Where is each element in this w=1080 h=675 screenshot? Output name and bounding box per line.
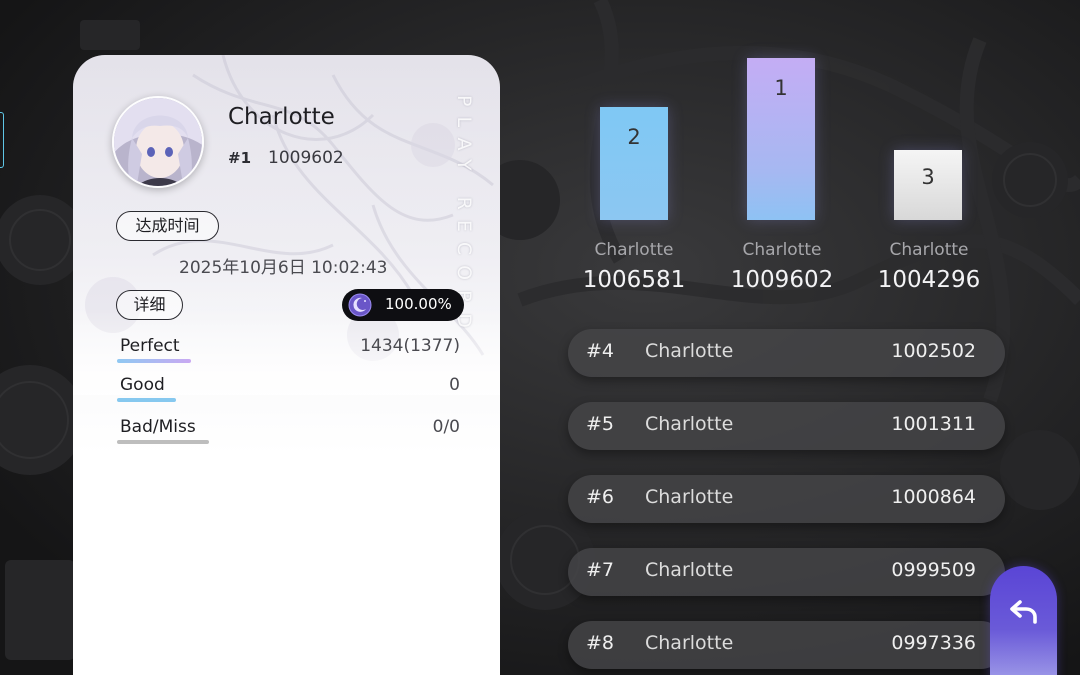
back-arrow-icon: [1010, 600, 1037, 624]
ranking-rank: #4: [586, 340, 615, 362]
accuracy-badge: 100.00%: [342, 289, 464, 321]
judge-bad-miss-bar: [117, 440, 209, 444]
achieve-time-label: 达成时间: [116, 211, 219, 241]
podium-first-score: 1009602: [730, 267, 834, 293]
podium-first-name: Charlotte: [742, 240, 822, 260]
ranking-score: 1002502: [891, 340, 976, 362]
ranking-row-4[interactable]: #4 Charlotte 1002502: [568, 329, 1005, 377]
ranking-rank: #5: [586, 413, 615, 435]
podium-first-bar: 1: [747, 58, 815, 220]
ranking-score: 1000864: [891, 486, 976, 508]
judge-good-label: Good: [120, 375, 165, 395]
podium-second-score: 1006581: [582, 267, 686, 293]
accuracy-value: 100.00%: [385, 295, 452, 313]
moon-icon: [348, 293, 372, 317]
judge-perfect-label: Perfect: [120, 336, 180, 356]
ranking-row-6[interactable]: #6 Charlotte 1000864: [568, 475, 1005, 523]
ranking-row-7[interactable]: #7 Charlotte 0999509: [568, 548, 1005, 596]
player-name: Charlotte: [228, 104, 335, 130]
ranking-name: Charlotte: [645, 632, 734, 654]
left-edge-indicator: [0, 112, 4, 168]
podium-second-bar: 2: [600, 107, 668, 220]
judge-perfect-bar: [117, 359, 191, 363]
player-avatar: [112, 96, 204, 188]
ranking-rank: #7: [586, 559, 615, 581]
judge-perfect-value: 1434(1377): [360, 336, 460, 356]
ranking-score: 0999509: [891, 559, 976, 581]
judge-bad-miss-label: Bad/Miss: [120, 417, 196, 437]
ranking-name: Charlotte: [645, 413, 734, 435]
ranking-score: 0997336: [891, 632, 976, 654]
ranking-name: Charlotte: [645, 486, 734, 508]
ranking-row-5[interactable]: #5 Charlotte 1001311: [568, 402, 1005, 450]
player-rank: #1: [228, 149, 252, 167]
ranking-name: Charlotte: [645, 559, 734, 581]
podium-third-name: Charlotte: [889, 240, 969, 260]
detail-label: 详细: [116, 290, 183, 320]
ranking-rank: #8: [586, 632, 615, 654]
judge-bad-miss-value: 0/0: [432, 417, 460, 437]
ranking-name: Charlotte: [645, 340, 734, 362]
ranking-rank: #6: [586, 486, 615, 508]
achieve-time-value: 2025年10月6日 10:02:43: [179, 258, 388, 278]
podium-second-name: Charlotte: [594, 240, 674, 260]
podium-third-bar: 3: [894, 150, 962, 220]
podium-third-score: 1004296: [877, 267, 981, 293]
back-button[interactable]: [990, 566, 1057, 675]
judge-good-value: 0: [449, 375, 460, 395]
ranking-score: 1001311: [891, 413, 976, 435]
ranking-row-8[interactable]: #8 Charlotte 0997336: [568, 621, 1005, 669]
player-score: 1009602: [268, 148, 344, 168]
judge-good-bar: [117, 398, 176, 402]
